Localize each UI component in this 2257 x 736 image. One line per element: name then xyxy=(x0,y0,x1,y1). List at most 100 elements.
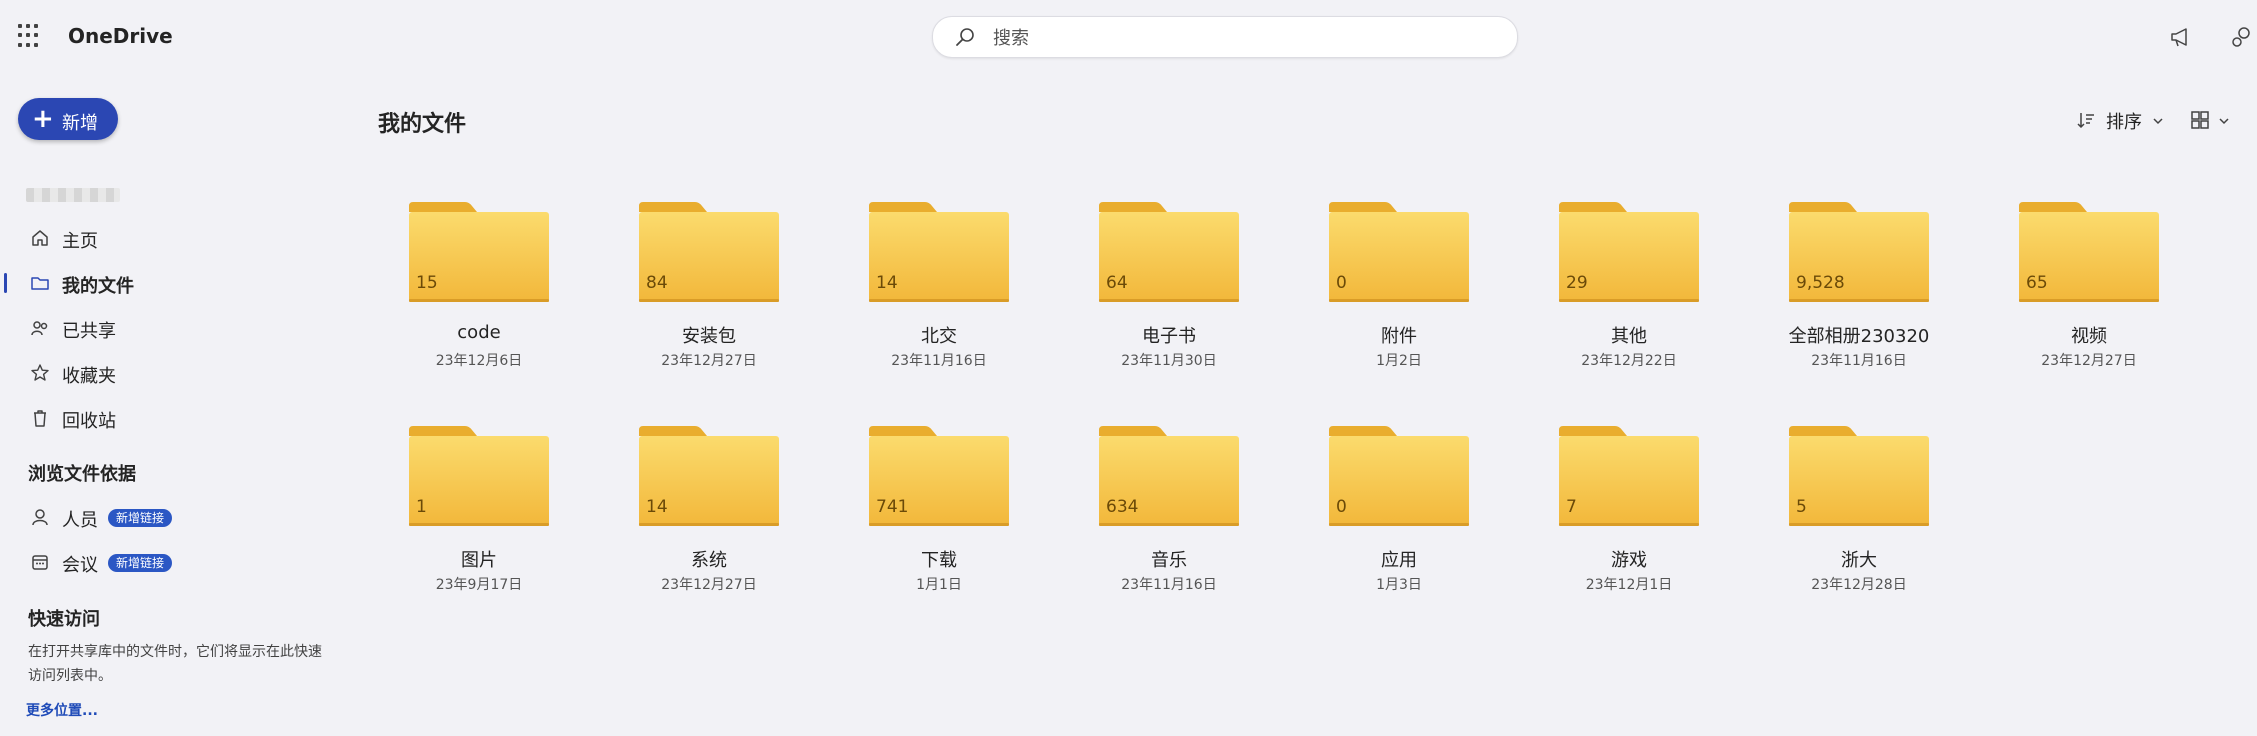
more-places-link[interactable]: 更多位置... xyxy=(26,700,98,720)
new-button-label: 新增 xyxy=(62,113,98,134)
plus-icon: + xyxy=(32,104,54,134)
sidebar-item-label: 人员 xyxy=(62,510,98,531)
folder-name[interactable]: 应用 xyxy=(1284,546,1514,572)
folder-tile[interactable]: 0 应用 1月3日 xyxy=(1284,424,1514,624)
folder-icon xyxy=(1329,426,1469,526)
folder-name[interactable]: 系统 xyxy=(594,546,824,572)
folder-date: 23年12月28日 xyxy=(1811,577,1907,593)
calendar-icon xyxy=(32,555,48,570)
sidebar-item-label: 已共享 xyxy=(62,321,116,342)
folder-date: 23年11月30日 xyxy=(1121,353,1217,369)
folder-item-count: 84 xyxy=(646,273,668,293)
settings-icon[interactable] xyxy=(2228,24,2254,50)
folder-item-count: 64 xyxy=(1106,273,1128,293)
folder-name[interactable]: 视频 xyxy=(1974,322,2204,348)
folder-date: 23年12月1日 xyxy=(1585,577,1673,593)
top-bar: OneDrive xyxy=(0,0,2257,76)
folder-tile[interactable]: 7 游戏 23年12月1日 xyxy=(1514,424,1744,624)
view-options-button[interactable] xyxy=(2190,106,2240,134)
sidebar-item-my-files[interactable]: 我的文件 xyxy=(0,263,330,303)
folder-item-count: 65 xyxy=(2026,273,2048,293)
sort-label: 排序 xyxy=(2106,112,2142,133)
folder-date: 23年11月16日 xyxy=(1811,353,1907,369)
sidebar-item-label: 主页 xyxy=(62,231,98,252)
folder-date: 23年12月22日 xyxy=(1581,353,1677,369)
recycle-bin-icon xyxy=(34,410,46,427)
sidebar-item-label: 回收站 xyxy=(62,411,116,432)
folder-tile[interactable]: 64 电子书 23年11月30日 xyxy=(1054,200,1284,400)
folder-name[interactable]: 其他 xyxy=(1514,322,1744,348)
folder-date: 1月3日 xyxy=(1376,577,1422,593)
folder-tile[interactable]: 9,528 全部相册230320 23年11月16日 xyxy=(1744,200,1974,400)
sidebar-item-people[interactable]: 人员 新增链接 xyxy=(0,497,330,537)
sidebar-item-label: 我的文件 xyxy=(62,276,134,297)
folder-icon xyxy=(31,277,49,290)
folder-icon xyxy=(1559,426,1699,526)
folder-name[interactable]: 游戏 xyxy=(1514,546,1744,572)
folder-tile[interactable]: 15 code 23年12月6日 xyxy=(364,200,594,400)
search-box[interactable] xyxy=(932,16,1518,58)
folder-date: 1月1日 xyxy=(916,577,962,593)
folder-tile[interactable]: 0 附件 1月2日 xyxy=(1284,200,1514,400)
account-name-blurred xyxy=(26,188,120,202)
folder-item-count: 5 xyxy=(1796,497,1807,517)
chevron-down-icon xyxy=(2219,118,2229,125)
folder-date: 23年11月16日 xyxy=(891,353,987,369)
quick-access-title: 快速访问 xyxy=(28,609,100,630)
folder-date: 23年12月27日 xyxy=(2041,353,2137,369)
folder-icon xyxy=(1789,426,1929,526)
sort-icon xyxy=(2077,113,2094,129)
folder-date: 23年12月27日 xyxy=(661,353,757,369)
folder-tile[interactable]: 14 系统 23年12月27日 xyxy=(594,424,824,624)
new-link-badge: 新增链接 xyxy=(108,509,173,527)
folder-icon xyxy=(409,426,549,526)
folder-name[interactable]: code xyxy=(364,322,594,343)
folder-date: 23年12月6日 xyxy=(435,353,523,369)
megaphone-icon[interactable] xyxy=(2168,24,2194,50)
folder-name[interactable]: 附件 xyxy=(1284,322,1514,348)
folder-date: 1月2日 xyxy=(1376,353,1422,369)
sidebar-item-home[interactable]: 主页 xyxy=(0,218,330,258)
folder-item-count: 0 xyxy=(1336,497,1347,517)
star-icon xyxy=(31,364,49,381)
folder-name[interactable]: 电子书 xyxy=(1054,322,1284,348)
folder-tile[interactable]: 65 视频 23年12月27日 xyxy=(1974,200,2204,400)
search-input[interactable] xyxy=(991,25,1495,51)
folder-tile[interactable]: 84 安装包 23年12月27日 xyxy=(594,200,824,400)
sidebar-item-favorites[interactable]: 收藏夹 xyxy=(0,353,330,393)
folder-item-count: 1 xyxy=(416,497,427,517)
folder-tile[interactable]: 741 下载 1月1日 xyxy=(824,424,1054,624)
page-title: 我的文件 xyxy=(378,112,467,137)
folder-tile[interactable]: 5 浙大 23年12月28日 xyxy=(1744,424,1974,624)
person-icon xyxy=(32,509,48,526)
sidebar-item-recycle-bin[interactable]: 回收站 xyxy=(0,398,330,438)
app-title[interactable]: OneDrive xyxy=(68,24,173,48)
new-button[interactable]: + 新增 xyxy=(18,98,118,140)
folder-item-count: 14 xyxy=(646,497,668,517)
folder-name[interactable]: 安装包 xyxy=(594,322,824,348)
folder-name[interactable]: 全部相册230320 xyxy=(1744,322,1974,348)
folder-name[interactable]: 下载 xyxy=(824,546,1054,572)
sidebar-item-meetings[interactable]: 会议 新增链接 xyxy=(0,542,330,582)
folder-tile[interactable]: 14 北交 23年11月16日 xyxy=(824,200,1054,400)
folder-tile[interactable]: 634 音乐 23年11月16日 xyxy=(1054,424,1284,624)
folder-tile[interactable]: 1 图片 23年9月17日 xyxy=(364,424,594,624)
active-indicator xyxy=(4,273,7,293)
folder-item-count: 9,528 xyxy=(1796,273,1845,293)
grid-view-icon xyxy=(2191,111,2209,129)
folder-date: 23年11月16日 xyxy=(1121,577,1217,593)
folder-name[interactable]: 图片 xyxy=(364,546,594,572)
folder-item-count: 0 xyxy=(1336,273,1347,293)
folder-item-count: 741 xyxy=(876,497,909,517)
folder-item-count: 29 xyxy=(1566,273,1588,293)
folder-tile[interactable]: 29 其他 23年12月22日 xyxy=(1514,200,1744,400)
folder-item-count: 634 xyxy=(1106,497,1139,517)
sort-button[interactable]: 排序 xyxy=(2076,106,2166,134)
home-icon xyxy=(32,230,48,246)
folder-name[interactable]: 音乐 xyxy=(1054,546,1284,572)
sidebar-item-shared[interactable]: 已共享 xyxy=(0,308,330,348)
folder-name[interactable]: 北交 xyxy=(824,322,1054,348)
folder-name[interactable]: 浙大 xyxy=(1744,546,1974,572)
app-launcher-icon[interactable] xyxy=(18,24,42,48)
sidebar-item-label: 收藏夹 xyxy=(62,366,116,387)
